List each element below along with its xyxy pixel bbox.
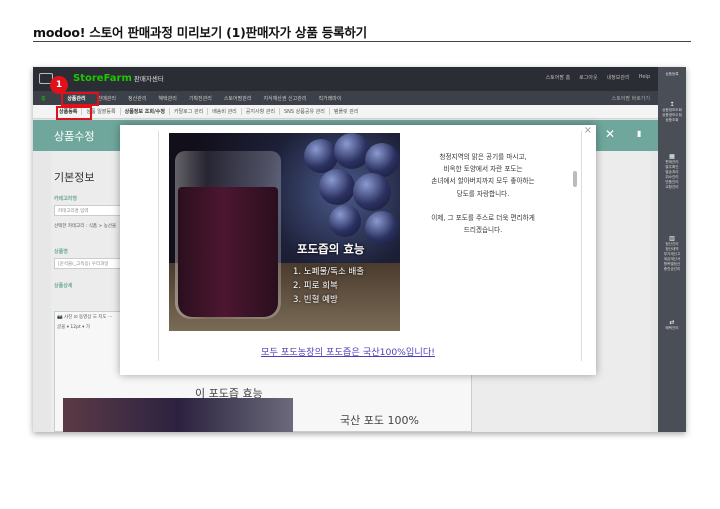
page-close-icon[interactable]: ✕	[605, 127, 615, 141]
photo-caption-item: 1. 노폐물/독소 배출	[293, 267, 365, 277]
story-line: 이제, 그 포도를 주스로 더욱 편리하게	[431, 213, 535, 222]
sidebar-label: 충전금관리	[663, 267, 681, 271]
story-line: 당도를 자랑합니다.	[456, 189, 510, 198]
photo-caption-item: 2. 피로 회복	[293, 281, 338, 291]
grape-juice-photo: 포도즙의 효능 1. 노폐물/독소 배출 2. 피로 회복 3. 빈혈 예방	[169, 133, 400, 331]
grape-decoration	[353, 173, 391, 211]
photo-caption-title: 포도즙의 효능	[297, 242, 365, 256]
modal-divider-right	[581, 131, 582, 361]
sidebar-label: 상품등록	[665, 72, 679, 76]
editor-image	[63, 398, 293, 432]
exchange-icon: ⇄	[669, 319, 675, 326]
modal-scrollbar[interactable]	[573, 171, 577, 187]
product-name-label: 상품명	[54, 249, 68, 255]
sidebar-group-benefits[interactable]: ⇄ 혜택관리	[660, 319, 684, 331]
modal-divider-left	[158, 131, 159, 361]
menu-item-ip-report[interactable]: 지식재산권 신고관리	[257, 95, 312, 102]
highlight-product-register	[56, 106, 92, 120]
submenu-template[interactable]: 템플릿 관리	[330, 108, 363, 115]
sidebar-label: 혜택관리	[665, 326, 679, 330]
editor-format-toolbar[interactable]: 글꼴 ▾ 12pt ▾ 가	[57, 324, 90, 330]
story-gap	[405, 200, 561, 212]
section-title: 기본정보	[54, 171, 95, 184]
menu-item-direct-trade[interactable]: 직거래마이	[312, 95, 347, 102]
story-line: 드리겠습니다.	[463, 226, 503, 235]
sidebar-group-sales[interactable]: ▦ 판매관리 발주확인 발송처리 취소관리 반품관리 교환관리	[660, 153, 684, 190]
close-icon[interactable]: ×	[584, 125, 592, 136]
list-icon: ▥	[669, 235, 675, 242]
origin-link[interactable]: 모두 포도농장의 포도즙은 국산100%입니다!	[261, 344, 435, 358]
highlight-product-management	[61, 92, 99, 106]
menu-home-gap	[48, 95, 62, 101]
top-links: 스토어팜 홈 로그아웃 내정보관리 Help	[546, 74, 650, 81]
top-link-logout[interactable]: 로그아웃	[579, 74, 597, 81]
top-link-help[interactable]: Help	[639, 74, 650, 81]
editor-toolbar[interactable]: 📷 사진 ⊡ 동영상 ☰ 지도 ⋯	[57, 314, 112, 320]
story-line: 청정지역의 맑은 공기를 마시고,	[439, 153, 527, 161]
product-story: 청정지역의 맑은 공기를 마시고, 비옥한 토양에서 자란 포도는 손녀에서 할…	[405, 151, 561, 236]
brand-name: StoreFarm	[73, 73, 132, 84]
story-line: 비옥한 토양에서 자란 포도는	[443, 165, 523, 174]
grape-decoration	[319, 169, 355, 205]
photo-caption-item: 3. 빈혈 예방	[293, 295, 338, 305]
document-title: modoo! 스토어 판매과정 미리보기 (1)판매자가 상품 등록하기	[33, 25, 367, 40]
screenshot-frame: StoreFarm 판매자센터 스토어팜 홈 로그아웃 내정보관리 Help 홈 …	[33, 67, 686, 432]
step-badge: 1	[50, 76, 68, 94]
brand-logo[interactable]: StoreFarm 판매자센터	[73, 73, 164, 84]
grid-icon: ▦	[669, 153, 675, 160]
top-link-my-info[interactable]: 내정보관리	[607, 74, 630, 81]
upload-icon: ↥	[669, 101, 675, 108]
top-link-store-home[interactable]: 스토어팜 홈	[546, 74, 571, 81]
grape-decoration	[304, 139, 338, 173]
preview-modal: × 포도즙의 효능 1. 노폐물/독소 배출 2. 피로 회복 3. 빈혈 예방…	[120, 125, 596, 375]
right-sidebar: 상품등록 ↥ 상품정보조회 상품정보수정 상품조회 ▦ 판매관리 발주확인 발송…	[658, 67, 686, 432]
submenu-sns-share[interactable]: SNS 상품공유 관리	[280, 108, 330, 115]
submenu-shipping[interactable]: 배송비 관리	[208, 108, 242, 115]
top-bar: StoreFarm 판매자센터 스토어팜 홈 로그아웃 내정보관리 Help	[33, 67, 658, 91]
category-input[interactable]: 카테고리명 입력	[54, 205, 124, 216]
menu-item-benefits[interactable]: 혜택관리	[152, 95, 182, 102]
sidebar-label: 교환관리	[665, 185, 679, 189]
menu-item-settlement[interactable]: 정산관리	[122, 95, 152, 102]
submenu-catalog[interactable]: 카탈로그 관리	[170, 108, 209, 115]
sidebar-label: 상품조회	[665, 118, 679, 122]
submenu-product-edit[interactable]: 상품정보 조회/수정	[121, 108, 170, 115]
trash-icon[interactable]: ▮	[637, 129, 641, 138]
sidebar-group-product-register[interactable]: 상품등록	[660, 72, 684, 77]
category-label: 카테고리명	[54, 196, 78, 202]
submenu-notice[interactable]: 공지사항 관리	[242, 108, 280, 115]
menu-item-exhibition[interactable]: 기획전관리	[183, 95, 218, 102]
grape-decoration	[365, 143, 399, 177]
photo-juice	[178, 187, 278, 317]
sidebar-group-settlement[interactable]: ▥ 정산관리 정산내역 부가세신고 세금계산서 항목별정산 충전금관리	[660, 235, 684, 272]
editor-bottom-text: 국산 포도 100%	[340, 414, 419, 427]
page-title: 상품수정	[54, 130, 95, 143]
menu-home[interactable]: 홈	[39, 95, 48, 102]
main-menu: 홈 상품관리 판매관리 정산관리 혜택관리 기획전관리 스토어팜관리 지식재산권…	[33, 91, 658, 105]
story-line: 손녀에서 할아버지까지 모두 좋아하는	[431, 177, 535, 186]
grape-decoration	[365, 211, 399, 245]
grape-decoration	[329, 205, 361, 237]
brand-subtitle: 판매자센터	[133, 75, 164, 83]
store-shortcut-link[interactable]: 스토어팜 바로가기	[612, 95, 650, 102]
product-name-input[interactable]: [운석물(_고독응) 우리과일	[54, 258, 124, 269]
menu-item-store-management[interactable]: 스토어팜관리	[218, 95, 258, 102]
title-divider	[33, 41, 691, 42]
category-selected: 선택한 카테고리 : 식품 > 농산물	[54, 224, 117, 229]
sidebar-group-product-info[interactable]: ↥ 상품정보조회 상품정보수정 상품조회	[660, 101, 684, 123]
sub-menu: 상품등록 상품 일괄등록 상품정보 조회/수정 카탈로그 관리 배송비 관리 공…	[33, 105, 658, 119]
detail-label: 상품상세	[54, 283, 73, 289]
